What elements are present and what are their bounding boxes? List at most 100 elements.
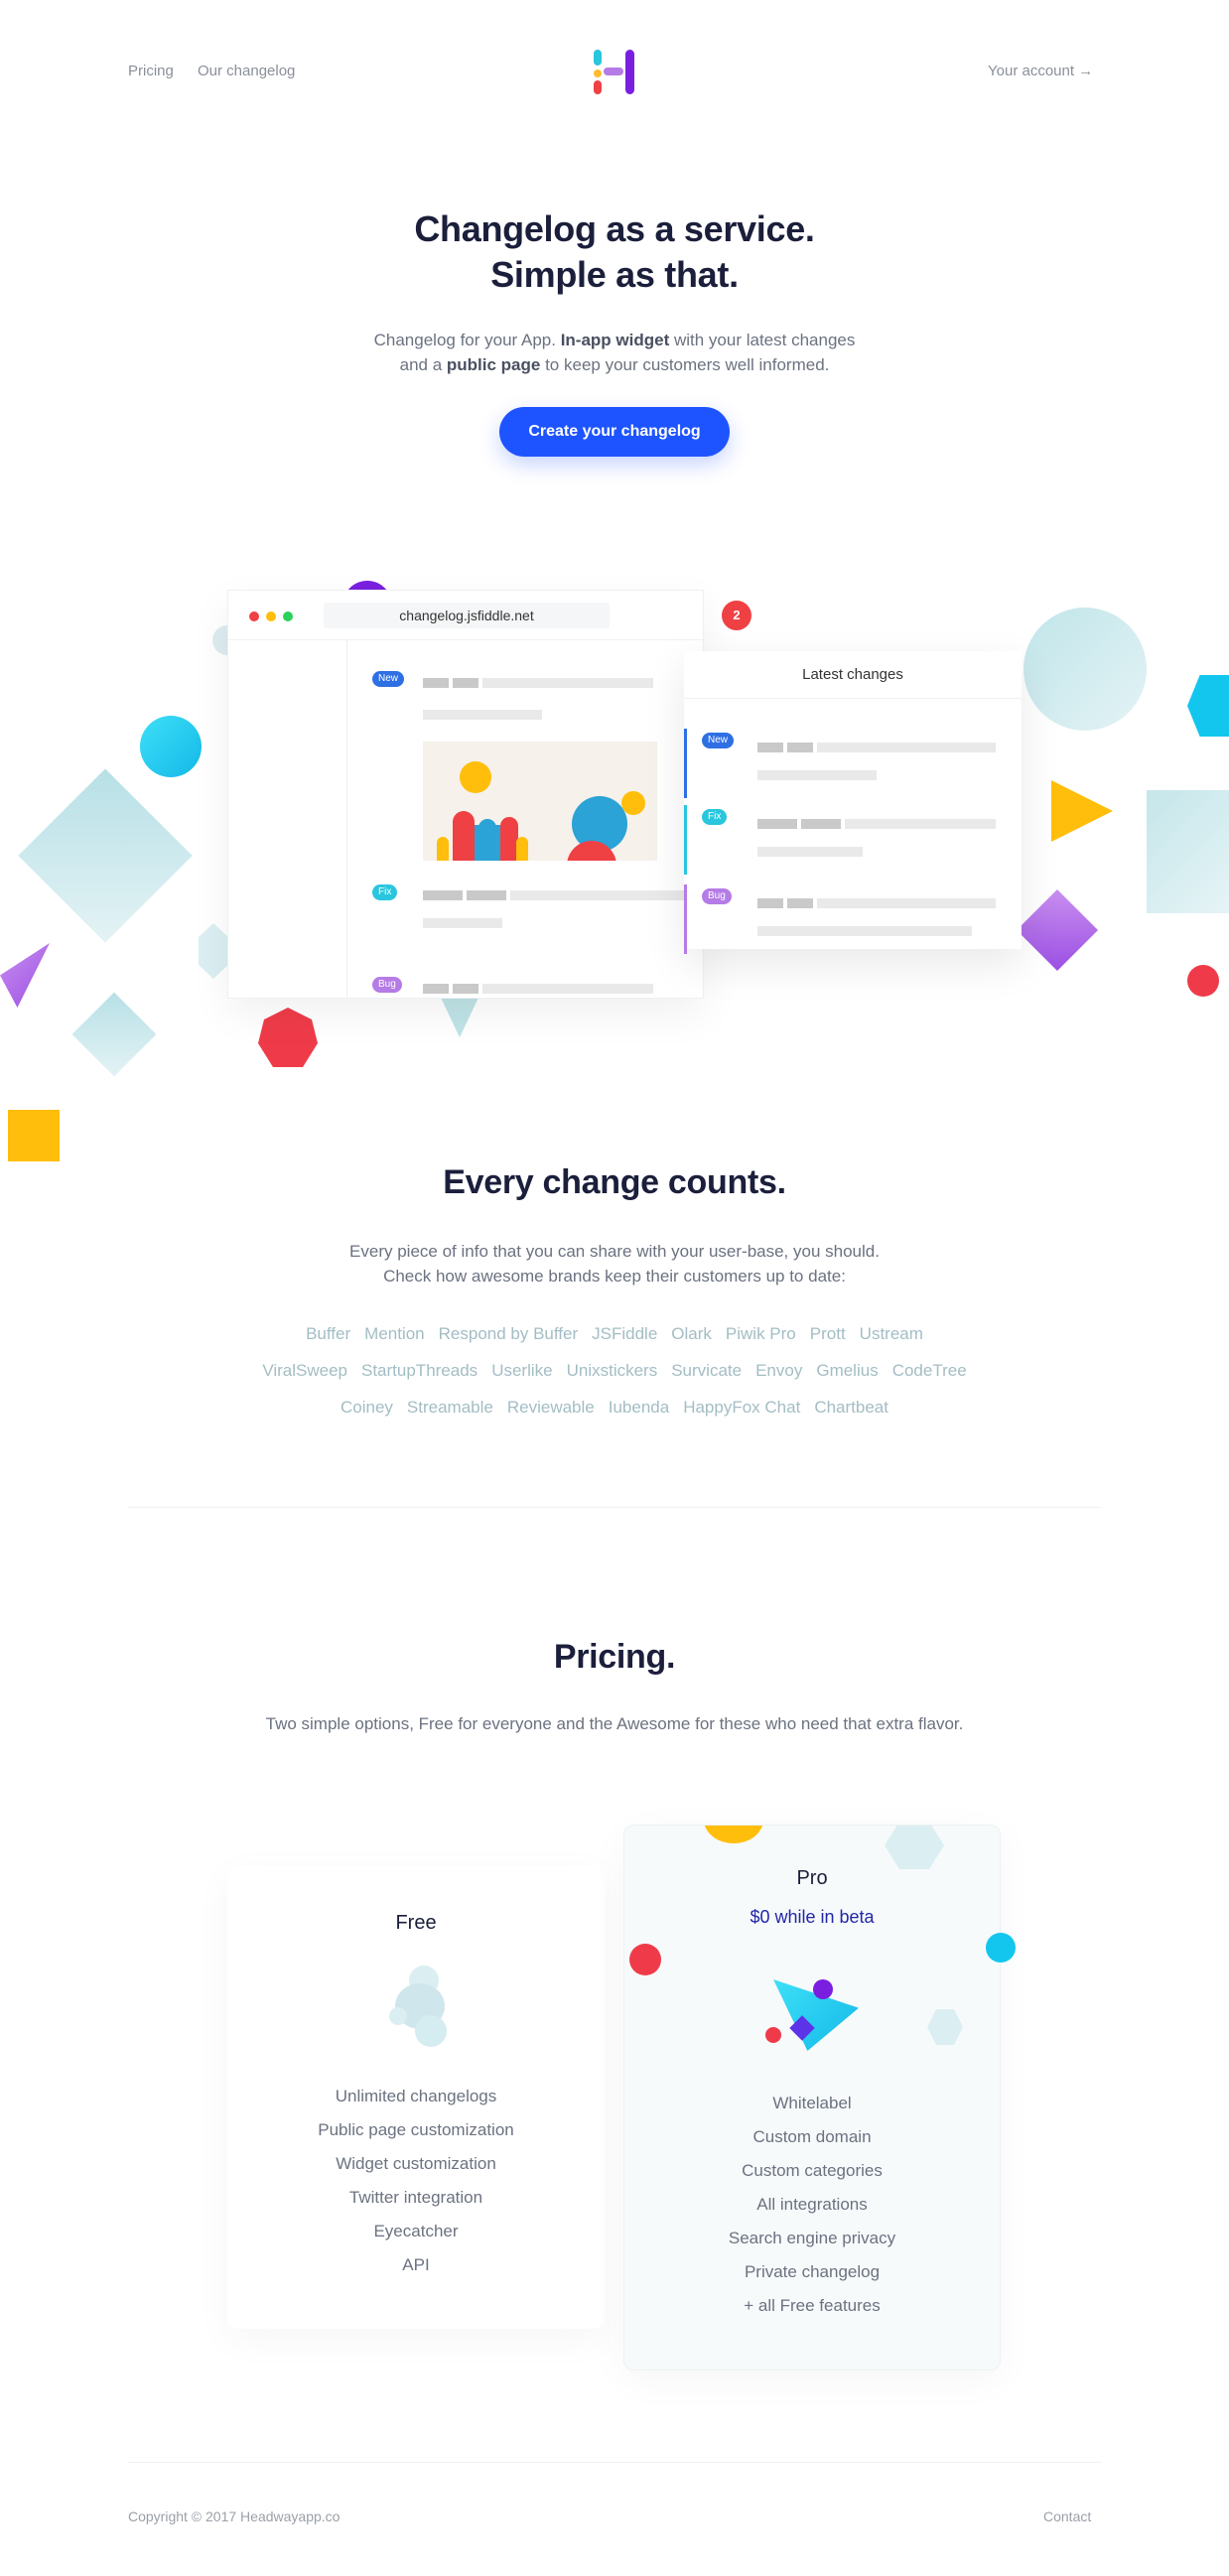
footer-contact-link[interactable]: Contact [1043, 2508, 1091, 2524]
brand-link[interactable]: Envoy [755, 1361, 802, 1381]
free-plan-card[interactable]: Free Unlimited changelogs Public page cu… [227, 1866, 605, 2329]
brand-link[interactable]: JSFiddle [592, 1324, 657, 1344]
hero-sub-bold-page: public page [446, 355, 541, 374]
tag-new: New [702, 733, 735, 748]
brand-link[interactable]: Prott [810, 1324, 846, 1344]
teal-hexagon-shape [885, 1826, 944, 1869]
skeleton-line [423, 678, 449, 688]
counts-title: Every change counts. [443, 1163, 786, 1201]
purple-diamond-shape [1016, 888, 1099, 972]
pro-plan-card[interactable]: Pro $0 while in beta Whitelabel Custom d… [623, 1825, 1001, 2371]
widget-title: Latest changes [684, 651, 1022, 699]
skeleton-line [510, 890, 689, 900]
brand-link[interactable]: Reviewable [507, 1398, 595, 1418]
footer-copyright: Copyright © 2017 Headwayapp.co [128, 2508, 341, 2524]
brand-link[interactable]: ViralSweep [262, 1361, 347, 1381]
tag-bug: Bug [372, 977, 402, 993]
brand-link[interactable]: CodeTree [892, 1361, 967, 1381]
browser-mockup: changelog.jsfiddle.net New Fix Bug [227, 590, 704, 999]
brand-link[interactable]: Coiney [341, 1398, 393, 1418]
teal-hexagon-shape [199, 923, 228, 979]
nav-account-link[interactable]: Your account → [988, 63, 1093, 79]
widget-entry[interactable]: Fix [684, 805, 1022, 875]
free-feature: Eyecatcher [373, 2222, 459, 2240]
brand-link[interactable]: Chartbeat [814, 1398, 888, 1418]
skeleton-line [482, 678, 653, 688]
browser-toolbar: changelog.jsfiddle.net [228, 591, 703, 640]
red-circle-shape [629, 1944, 661, 1975]
headway-logo[interactable] [590, 50, 637, 97]
brand-link[interactable]: StartupThreads [361, 1361, 478, 1381]
yellow-square-shape [8, 1110, 60, 1161]
brand-link[interactable]: Olark [671, 1324, 712, 1344]
notification-badge[interactable]: 2 [722, 601, 751, 630]
pro-feature: Private changelog [744, 2262, 881, 2281]
maximize-dot-icon [283, 611, 293, 621]
tag-new: New [372, 671, 405, 687]
yellow-circle-shape [704, 1826, 763, 1843]
hero-sub-text: to keep your customers well informed. [540, 355, 830, 374]
hero-sub-bold-widget: In-app widget [560, 331, 670, 349]
counts-sub-line1: Every piece of info that you can share w… [349, 1242, 880, 1261]
hero-title-line2: Simple as that. [490, 254, 739, 295]
free-plan-name: Free [395, 1912, 437, 1934]
counts-subtitle: Every piece of info that you can share w… [0, 1239, 1229, 1288]
brand-link[interactable]: Piwik Pro [726, 1324, 796, 1344]
teal-rectangle-shape [1147, 790, 1229, 913]
free-feature: Public page customization [318, 2120, 514, 2139]
brand-link[interactable]: Gmelius [816, 1361, 878, 1381]
brand-link[interactable]: Buffer [306, 1324, 350, 1344]
teal-diamond-shape [18, 768, 193, 943]
widget-entry[interactable]: New [684, 729, 1022, 798]
pro-plan-name: Pro [796, 1867, 828, 1889]
tag-fix: Fix [702, 809, 728, 825]
small-teal-diamond-shape [71, 992, 157, 1077]
hero-sub-text: Changelog for your App. [373, 331, 561, 349]
teal-hexagon-shape [927, 2009, 963, 2045]
brand-link[interactable]: Respond by Buffer [439, 1324, 579, 1344]
free-feature: Widget customization [336, 2154, 496, 2173]
brand-link[interactable]: Survicate [671, 1361, 742, 1381]
free-feature: API [402, 2255, 430, 2274]
skeleton-line [423, 710, 542, 720]
skeleton-line [467, 890, 506, 900]
brand-link[interactable]: Unixstickers [567, 1361, 658, 1381]
hero-title: Changelog as a service. Simple as that. [0, 206, 1229, 298]
tag-bug: Bug [702, 888, 732, 904]
cyan-hexagon-shape [1187, 675, 1229, 737]
cyan-circle-shape [986, 1933, 1016, 1963]
purple-triangle-shape [0, 943, 50, 1008]
skeleton-line [423, 984, 449, 994]
brands-row-1: Buffer Mention Respond by Buffer JSFiddle Ol… [159, 1324, 1070, 1344]
brand-link[interactable]: Streamable [407, 1398, 493, 1418]
brand-link[interactable]: Ustream [860, 1324, 923, 1344]
shapes-icon [765, 1960, 863, 2059]
pro-feature: Custom domain [752, 2127, 872, 2146]
skeleton-line [453, 984, 478, 994]
mock-sidebar [228, 640, 347, 998]
tag-fix: Fix [372, 884, 398, 900]
pro-feature: Whitelabel [772, 2094, 852, 2112]
create-changelog-button[interactable]: Create your changelog [499, 407, 730, 457]
yellow-triangle-shape [1051, 780, 1113, 842]
skeleton-line [482, 984, 653, 994]
skeleton-line [423, 890, 463, 900]
section-divider [128, 1507, 1101, 1508]
red-circle-shape [1187, 965, 1219, 997]
brands-row-2: ViralSweep StartupThreads Userlike Unixstic… [159, 1361, 1070, 1381]
pro-feature: + all Free features [744, 2296, 881, 2315]
hero-sub-text: with your latest changes [669, 331, 856, 349]
nav-pricing-link[interactable]: Pricing [128, 63, 174, 79]
brand-link[interactable]: Userlike [491, 1361, 552, 1381]
changelog-widget: Latest changes New Fix Bug [684, 651, 1022, 954]
brand-link[interactable]: Iubenda [609, 1398, 669, 1418]
cyan-circle-shape [140, 716, 202, 777]
brand-link[interactable]: Mention [364, 1324, 424, 1344]
nav-changelog-link[interactable]: Our changelog [198, 63, 295, 79]
brand-link[interactable]: HappyFox Chat [683, 1398, 800, 1418]
widget-entry[interactable]: Bug [684, 884, 1022, 954]
red-heptagon-shape [258, 1008, 318, 1067]
hero-sub-text: and a [399, 355, 447, 374]
footer-divider [128, 2462, 1101, 2463]
pro-feature: All integrations [756, 2195, 868, 2214]
